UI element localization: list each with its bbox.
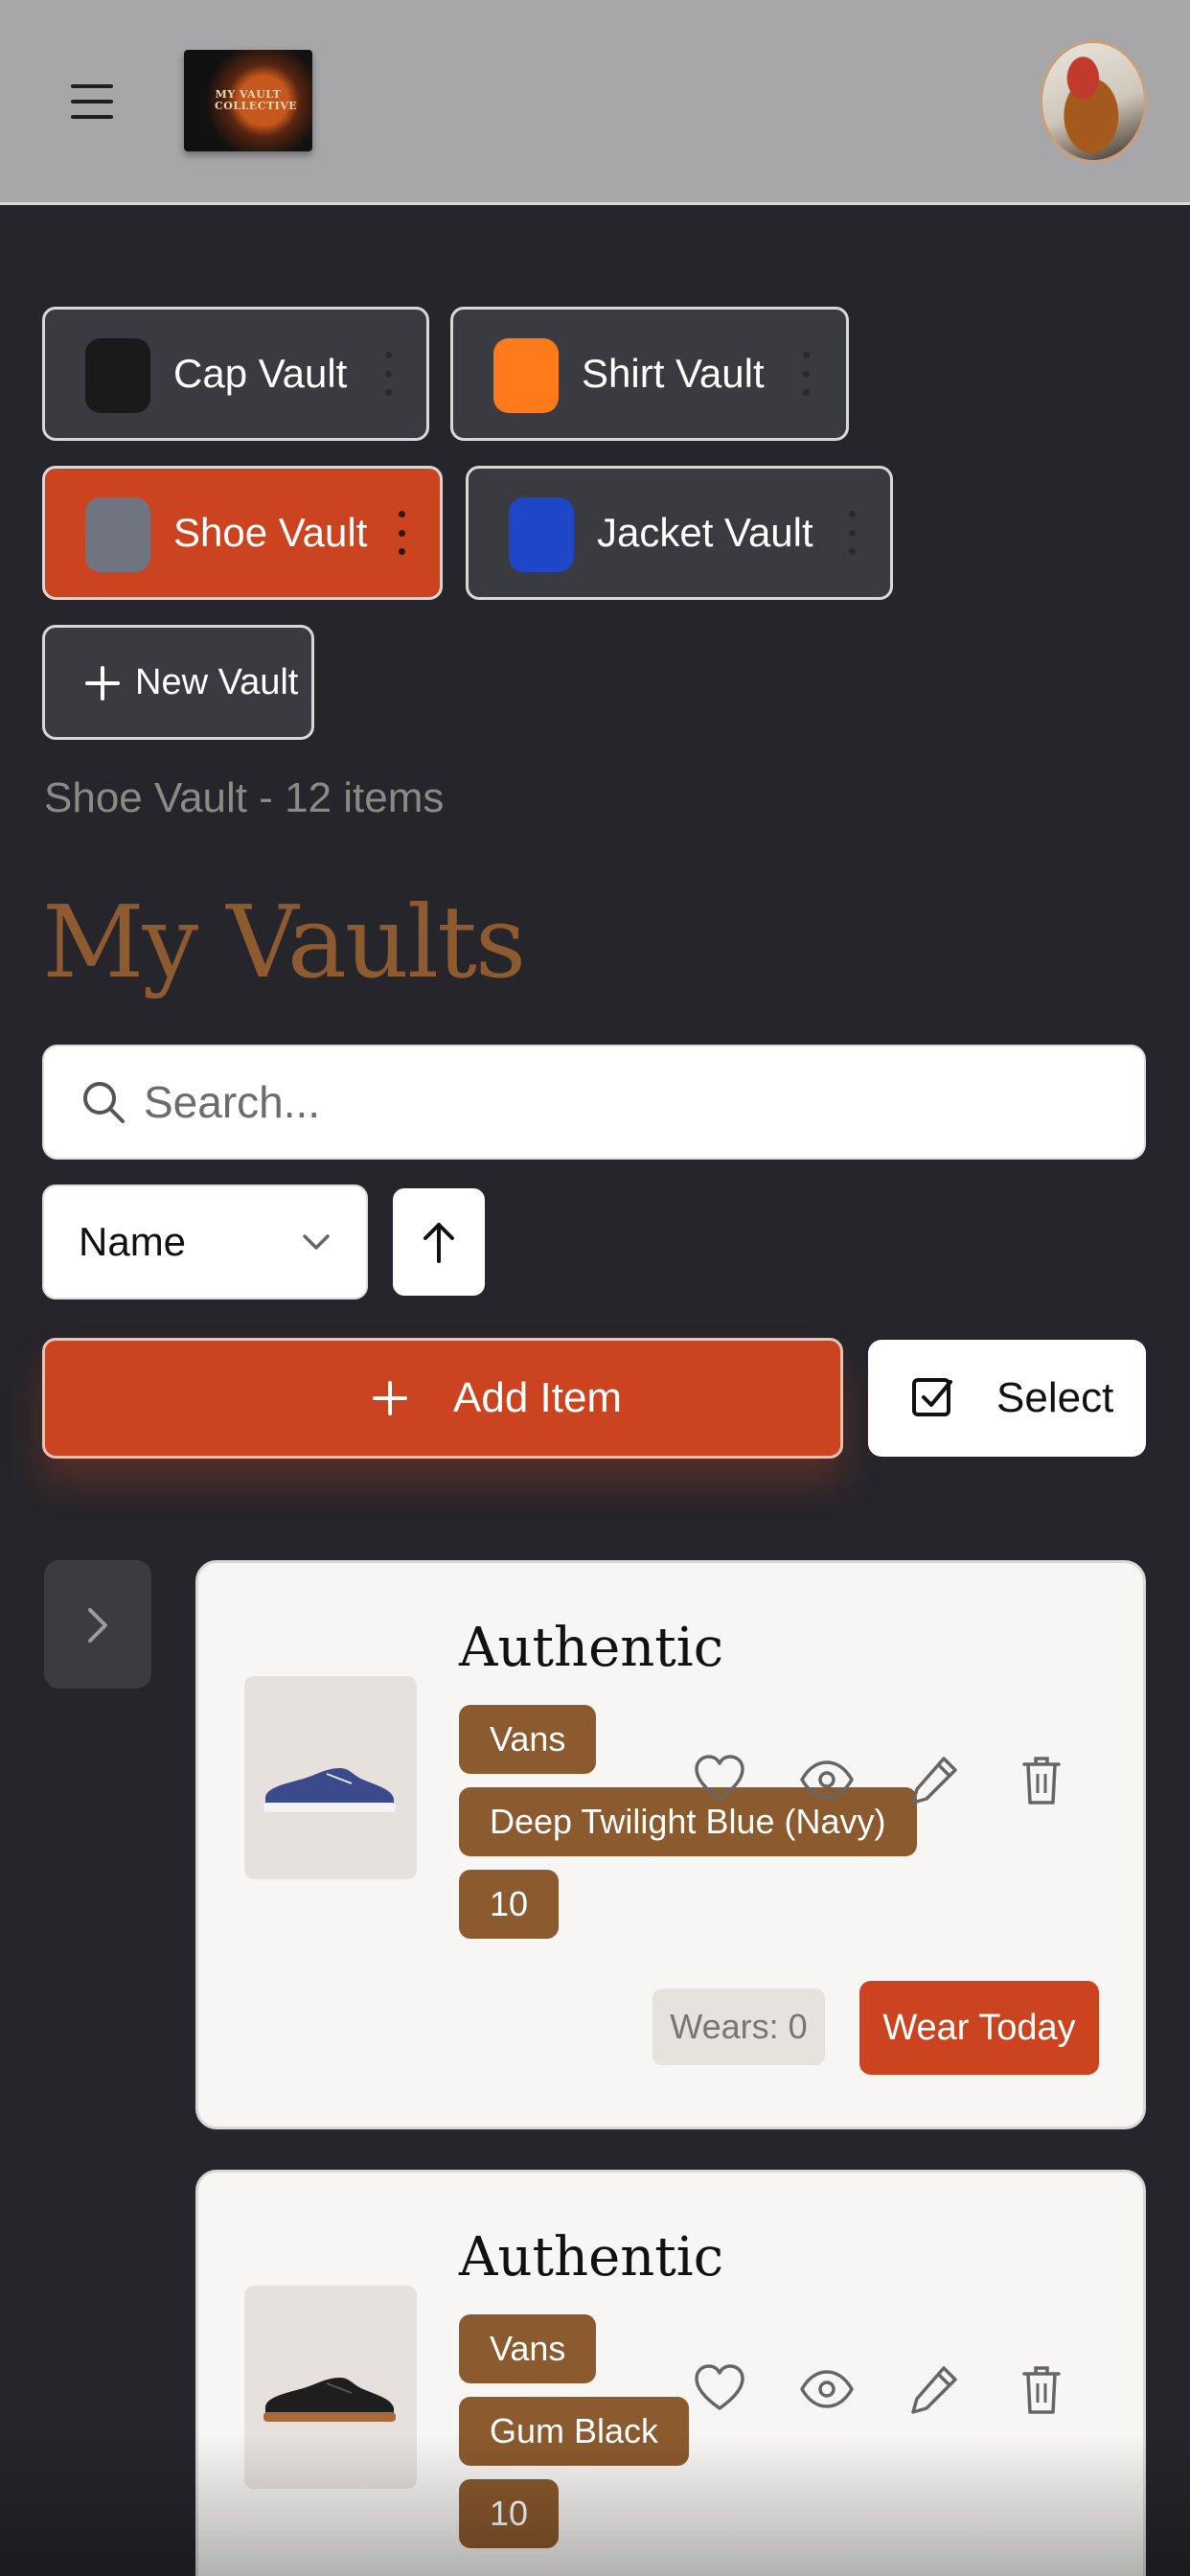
hamburger-menu-icon[interactable] [71, 84, 113, 119]
arrow-up-icon [423, 1223, 454, 1263]
logo-text: MY VAULT COLLECTIVE [215, 88, 298, 112]
search-icon [83, 1082, 125, 1123]
chevron-down-icon [303, 1234, 330, 1250]
vault-color-swatch [493, 338, 559, 413]
vault-chip-label: Jacket Vault [597, 510, 813, 555]
item-name: Authentic [459, 2226, 724, 2288]
vault-color-swatch [85, 338, 150, 413]
edit-pencil-icon[interactable] [905, 2360, 963, 2418]
more-options-icon[interactable] [396, 511, 407, 555]
edit-pencil-icon[interactable] [905, 1751, 963, 1808]
more-options-icon[interactable] [800, 352, 812, 396]
vault-chip-label: Shoe Vault [173, 510, 368, 555]
vault-color-swatch [509, 497, 574, 572]
item-name: Authentic [459, 1617, 724, 1679]
new-vault-label: New Vault [135, 661, 299, 702]
delete-trash-icon[interactable] [1013, 1751, 1070, 1808]
top-bar: MY VAULT COLLECTIVE [0, 0, 1190, 205]
more-options-icon[interactable] [846, 511, 858, 555]
add-item-label: Add Item [453, 1374, 623, 1421]
search-input[interactable] [144, 1046, 1111, 1158]
item-tag-brand: Vans [459, 2314, 597, 2383]
vault-chip-label: Shirt Vault [582, 351, 765, 396]
vault-chip-jacket[interactable]: Jacket Vault [466, 466, 893, 600]
select-button[interactable]: Select [868, 1340, 1146, 1457]
plus-icon [85, 666, 120, 701]
item-thumbnail [244, 1676, 417, 1879]
sidebar-toggle-button[interactable] [44, 1560, 151, 1689]
favorite-heart-icon[interactable] [691, 2360, 748, 2418]
add-item-button[interactable]: Add Item [42, 1338, 843, 1459]
vault-chip-cap[interactable]: Cap Vault [42, 307, 429, 441]
delete-trash-icon[interactable] [1013, 2360, 1070, 2418]
shoe-icon [263, 1768, 396, 1812]
item-tag-size: 10 [459, 2479, 560, 2548]
item-card[interactable]: Authentic Vans Gum Black 10 [195, 2170, 1146, 2576]
more-options-icon[interactable] [382, 352, 394, 396]
vault-color-swatch [85, 497, 150, 572]
item-thumbnail [244, 2286, 417, 2489]
vault-chip-label: Cap Vault [173, 351, 348, 396]
new-vault-button[interactable]: New Vault [42, 625, 314, 740]
vault-item-count: Shoe Vault - 12 items [44, 774, 445, 821]
item-tag-color: Gum Black [459, 2397, 690, 2466]
item-tag-brand: Vans [459, 1705, 597, 1774]
page-title: My Vaults [42, 884, 526, 1000]
view-eye-icon[interactable] [798, 2360, 856, 2418]
user-avatar[interactable] [1040, 40, 1147, 163]
sort-direction-button[interactable] [393, 1188, 485, 1296]
search-box [42, 1045, 1146, 1160]
plus-icon [373, 1381, 407, 1415]
vault-chip-shirt[interactable]: Shirt Vault [450, 307, 849, 441]
shoe-icon [263, 2378, 396, 2422]
select-label: Select [996, 1374, 1114, 1421]
chevron-right-icon [88, 1608, 107, 1643]
vault-chip-shoe[interactable]: Shoe Vault [42, 466, 443, 600]
checkbox-icon [912, 1378, 952, 1416]
app-logo[interactable]: MY VAULT COLLECTIVE [184, 50, 312, 151]
wear-today-button[interactable]: Wear Today [859, 1981, 1099, 2075]
item-tag-size: 10 [459, 1870, 560, 1939]
wears-count: Wears: 0 [652, 1989, 825, 2065]
item-card[interactable]: Authentic Vans Deep Twilight Blue (Navy)… [195, 1560, 1146, 2129]
favorite-heart-icon[interactable] [691, 1751, 748, 1808]
sort-field-select[interactable]: Name [42, 1184, 368, 1300]
sort-field-value: Name [79, 1219, 187, 1264]
view-eye-icon[interactable] [798, 1751, 856, 1808]
